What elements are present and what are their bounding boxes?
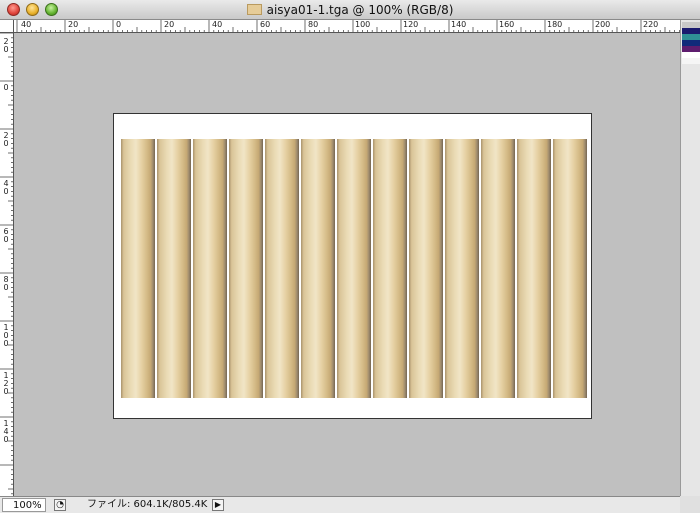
zoom-level-field[interactable]: 100% [2,498,46,512]
ruler-h-label: 40 [212,20,223,29]
wood-slat [193,139,226,398]
resize-handle[interactable] [680,496,700,513]
ruler-v-digit: 0 [3,235,9,244]
ruler-h-label: 20 [68,20,79,29]
ruler-h-label: 200 [595,20,611,29]
ruler-h-label: 0 [116,20,122,29]
wood-slat [409,139,442,398]
window-title-wrap: aisya01-1.tga @ 100% (RGB/8) [0,0,700,20]
ruler-h-label: 80 [308,20,319,29]
ruler-h-label: 100 [355,20,371,29]
ruler-v-digit: 0 [3,187,9,196]
file-size-info: ファイル: 604.1K/805.4K [87,499,208,510]
wood-slat [265,139,298,398]
ruler-h-label: 180 [547,20,563,29]
ruler-v-label: 0 [2,84,10,92]
status-bar: 100% ◔ ファイル: 604.1K/805.4K ▶ [0,496,700,513]
wood-slat [481,139,514,398]
ruler-v-label: 60 [2,228,10,244]
wood-slat [553,139,586,398]
ruler-h-label: 20 [164,20,175,29]
ruler-v-label: 20 [2,132,10,148]
wood-slat [157,139,190,398]
wood-slat [517,139,550,398]
wood-slat [121,139,154,398]
ruler-h-label: 220 [643,20,659,29]
horizontal-ruler-ticks [16,20,680,32]
ruler-v-label: 20 [2,38,10,54]
status-info-icon[interactable]: ◔ [54,499,66,511]
ruler-h-label: 140 [451,20,467,29]
ruler-h-label: 60 [260,20,271,29]
wood-slat [301,139,334,398]
wood-slat [445,139,478,398]
ruler-v-digit: 0 [3,83,9,92]
triangle-right-icon[interactable]: ▶ [212,499,224,511]
title-bar: aisya01-1.tga @ 100% (RGB/8) [0,0,700,20]
ruler-v-digit: 0 [3,45,9,54]
window-title: aisya01-1.tga @ 100% (RGB/8) [266,3,454,17]
ruler-v-digit: 0 [3,435,9,444]
wood-slat [373,139,406,398]
ruler-v-digit: 0 [3,283,9,292]
ruler-h-label: 120 [403,20,419,29]
ruler-v-label: 140 [2,420,10,444]
zoom-level: 100% [13,500,42,511]
document-image[interactable] [113,113,592,419]
wood-slat [229,139,262,398]
vertical-ruler[interactable]: 20020406080100120140 [0,33,14,496]
ruler-v-digit: 0 [3,139,9,148]
vertical-scrollbar[interactable] [680,20,700,496]
ruler-origin-corner[interactable] [0,20,14,33]
ruler-v-label: 100 [2,324,10,348]
ruler-h-label: 160 [499,20,515,29]
horizontal-ruler[interactable]: 40 20 0 20 40 60 80 100 120 140 160 180 … [0,20,680,33]
wood-slat [337,139,370,398]
color-swatch-strip[interactable] [682,22,700,64]
ruler-v-digit: 0 [3,339,9,348]
ruler-v-digit: 0 [3,387,9,396]
ruler-v-label: 120 [2,372,10,396]
ruler-h-label: 40 [21,20,32,29]
ruler-v-label: 80 [2,276,10,292]
ruler-v-label: 40 [2,180,10,196]
document-icon [246,4,262,15]
